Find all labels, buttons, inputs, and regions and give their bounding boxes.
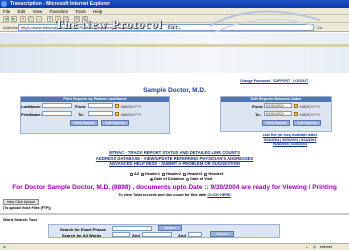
date-to-input[interactable]: 09/30/2004 <box>264 111 292 116</box>
swoosh-graphic <box>210 10 320 33</box>
search-icon[interactable]: ⚲ <box>47 16 53 22</box>
radio-date-of-dictation[interactable] <box>150 177 153 181</box>
click-here-link[interactable]: CLICK HERE <box>207 193 230 197</box>
report-options: All Header1 Header2 Header3 Header4 Date… <box>130 172 223 182</box>
lastname-label: LastName: <box>21 104 42 109</box>
page-done-icon: ◉ <box>3 245 7 249</box>
patient-from-input[interactable] <box>88 103 113 108</box>
logout-link[interactable]: LOGOUT <box>293 79 308 83</box>
refresh-icon[interactable]: ↻ <box>28 16 34 22</box>
site-header <box>0 33 349 73</box>
section-divider <box>0 213 349 215</box>
checkbox-header1[interactable] <box>140 172 144 176</box>
date-from-label: From: <box>252 104 264 109</box>
menu-view[interactable]: View <box>33 9 43 14</box>
ready-headline: For Doctor Sample Doctor, M.D. (8898) , … <box>12 184 337 191</box>
date-format-hint: MM/DD/YYYY <box>121 104 142 109</box>
all-words-input-3[interactable] <box>188 232 202 237</box>
word-search-title: Word Search Tool <box>3 217 37 222</box>
support-link[interactable]: SUPPORT <box>273 79 290 83</box>
upload-note: (To upload Voice Files (FTP)) <box>3 206 51 210</box>
status-bar: ◉ 🔒︎ ◍ Internet <box>0 243 349 250</box>
stop-icon[interactable]: ✕ <box>20 16 26 22</box>
recent-dates-heading: Last five (or less) available dates <box>262 133 318 137</box>
back-arrow-icon[interactable]: ◀ <box>3 16 9 22</box>
date-from-input[interactable]: 09/30/2004 <box>264 103 292 108</box>
patient-to-input[interactable] <box>88 111 113 116</box>
menu-help[interactable]: Help <box>93 9 102 14</box>
menu-tools[interactable]: Tools <box>75 9 86 14</box>
patient-print-reports-button[interactable]: Print Reports <box>70 120 98 126</box>
firstname-input[interactable] <box>42 111 72 116</box>
checkbox-header4[interactable] <box>204 172 208 176</box>
checkbox-header2[interactable] <box>162 172 166 176</box>
doctor-name: Sample Doctor, M.D. <box>143 87 206 94</box>
forward-arrow-icon[interactable]: ▶ <box>11 16 17 22</box>
recent-dates-links[interactable]: 9/28/2004 | 9/16/2004 <box>255 142 325 147</box>
calendar-icon[interactable] <box>115 112 119 116</box>
patient-edit-reports-button[interactable]: Edit Reports <box>101 120 129 126</box>
date-format-hint: MM/DD/YYYY <box>300 104 321 109</box>
address-label: Address <box>3 25 18 30</box>
ie-logo-icon <box>1 1 7 7</box>
exact-phrase-label: Search for Exact Phrase <box>60 227 107 232</box>
date-format-hint: MM/DD/YYYY <box>121 112 142 117</box>
and-label: And <box>132 233 140 238</box>
calendar-icon[interactable] <box>294 104 298 108</box>
all-words-label: Search for All Words <box>62 233 102 238</box>
patient-panel-title: Print Reports by Patient Last/Name <box>21 97 169 102</box>
all-words-input-1[interactable] <box>112 232 130 237</box>
home-icon[interactable]: ⌂ <box>36 16 42 22</box>
patient-to-label: To: <box>78 112 84 117</box>
menu-edit[interactable]: Edit <box>18 9 26 14</box>
date-print-reports-button[interactable]: Print Reports <box>262 120 290 126</box>
radio-date-of-visit[interactable] <box>186 177 190 181</box>
record-count-note: To view Total records and line count for… <box>118 193 231 197</box>
help-desk-link[interactable]: ADVANCED HELP DESK - SUBMIT A PROBLEM OR… <box>0 161 349 167</box>
calendar-icon[interactable] <box>294 112 298 116</box>
patient-from-label: From: <box>75 104 87 109</box>
date-format-hint: MM/DD/YYYY <box>300 112 321 117</box>
site-logo: The New Protocol Inc. <box>55 17 181 31</box>
globe-icon: ◍ <box>313 245 317 249</box>
calendar-icon[interactable] <box>115 104 119 108</box>
center-links: MTRAC - TRACK REPORT STATUS AND DETAILED… <box>0 150 349 167</box>
exact-phrase-input[interactable] <box>112 226 152 231</box>
lastname-input[interactable] <box>42 103 72 108</box>
date-edit-reports-button[interactable]: Edit Reports <box>293 120 321 126</box>
checkbox-all[interactable] <box>130 172 133 176</box>
date-to-label: To: <box>255 112 261 117</box>
window-title: Transcription - Microsoft Internet Explo… <box>10 1 111 7</box>
all-words-input-2[interactable] <box>142 232 172 237</box>
firstname-label: FirstName: <box>21 112 42 117</box>
zone-label: Internet <box>320 245 332 249</box>
menu-favorites[interactable]: Favorites <box>50 9 69 14</box>
header-links: Change Password SUPPORT LOGOUT <box>240 79 308 83</box>
all-words-search-button[interactable]: Search <box>210 231 234 237</box>
date-panel-title: Edit Reports Between Dates <box>221 97 331 102</box>
exact-search-button[interactable]: Search <box>158 225 182 231</box>
click-upload-button[interactable]: New Click Upload <box>3 199 39 205</box>
header-divider <box>0 44 349 47</box>
change-password-link[interactable]: Change Password <box>240 79 270 83</box>
checkbox-header3[interactable] <box>183 172 187 176</box>
and-label: And <box>178 233 186 238</box>
recent-dates-block: Last five (or less) available dates 9/30… <box>255 133 325 147</box>
lock-icon: 🔒︎ <box>306 245 308 249</box>
menu-file[interactable]: File <box>3 9 10 14</box>
